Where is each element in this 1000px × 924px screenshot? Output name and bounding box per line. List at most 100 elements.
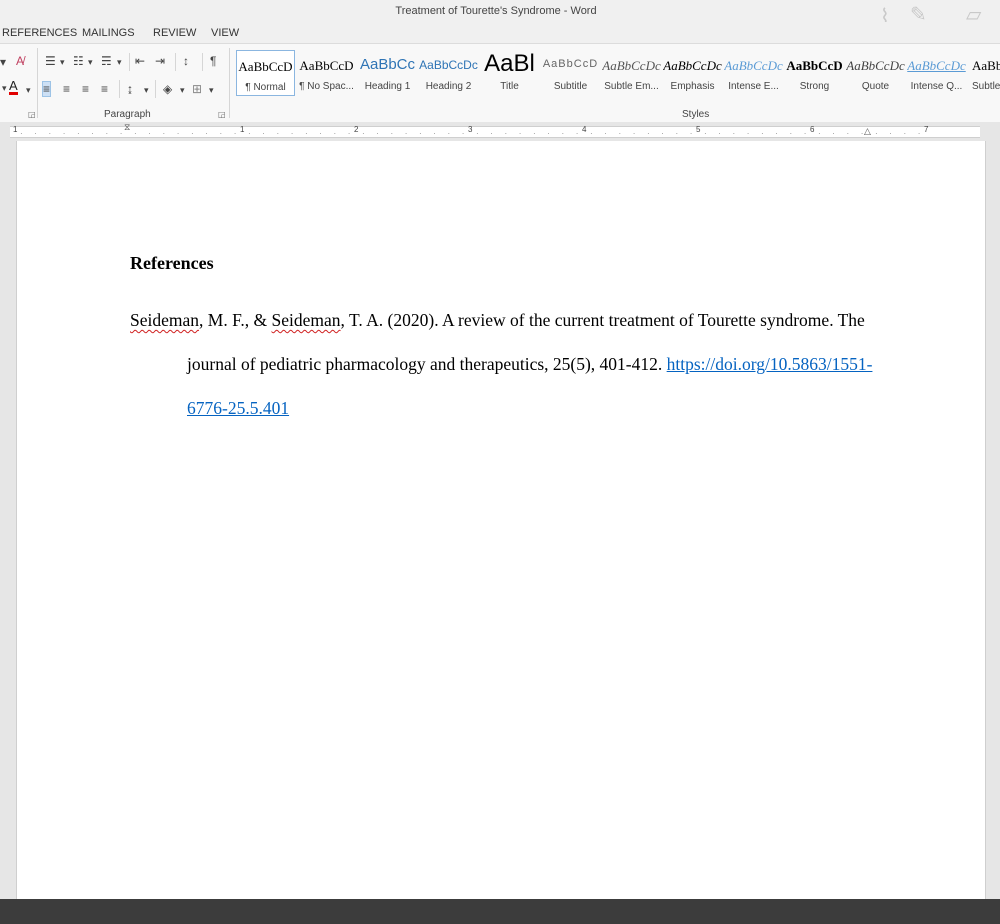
doi-link[interactable]: https://doi.org/10.5863/1551- (667, 354, 873, 374)
ruler-tick: · (77, 129, 80, 138)
line-spacing-icon[interactable]: ↨ (127, 82, 133, 96)
style-heading-1[interactable]: AaBbCc Heading 1 (358, 50, 417, 96)
style-strong[interactable]: AaBbCcD Strong (785, 50, 844, 96)
ruler-tick: · (661, 129, 664, 138)
dropdown-arrow-icon[interactable]: ▾ (60, 55, 65, 69)
align-center-icon[interactable]: ≡ (63, 82, 70, 96)
ruler-tick: · (604, 129, 607, 138)
separator (129, 53, 130, 71)
author-surname: Seideman (130, 310, 200, 330)
bullets-icon[interactable]: ☰ (45, 54, 56, 68)
ruler-tick: · (889, 129, 892, 138)
ruler-tick: · (134, 129, 137, 138)
separator (175, 53, 176, 71)
sort-icon[interactable]: ↕ (183, 54, 189, 68)
ruler-tick: · (362, 129, 365, 138)
increase-indent-icon[interactable]: ⇥ (155, 54, 165, 68)
ruler-tick: · (533, 129, 536, 138)
font-color-icon[interactable]: A (9, 79, 18, 95)
ruler-tick: · (718, 129, 721, 138)
document-page[interactable]: References Seideman, M. F., & Seideman, … (16, 141, 986, 899)
style-sample: AaBbCcD (299, 58, 354, 73)
ruler-tick: · (803, 129, 807, 138)
paragraph-dialog-launcher-icon[interactable]: ◲ (218, 110, 226, 119)
style-name: Subtitle (553, 81, 588, 92)
horizontal-ruler[interactable]: 1 1 2 3 4 5 6 7 ⧖ △ · · · · · · · · · · · · · · · · · · · ·… (0, 122, 1000, 140)
ruler-tick: · (547, 129, 550, 138)
style-title[interactable]: AaBl Title (480, 50, 539, 96)
style-subtitle[interactable]: AaBbCcD Subtitle (541, 50, 600, 96)
dropdown-arrow-icon[interactable]: ▾ (88, 55, 93, 69)
ruler-tick: · (917, 129, 921, 138)
ruler-tick: · (248, 129, 251, 138)
decrease-indent-icon[interactable]: ⇤ (135, 54, 145, 68)
ruler-tick: · (419, 129, 422, 138)
separator (119, 80, 120, 98)
style-normal[interactable]: AaBbCcD ¶ Normal (236, 50, 295, 96)
justify-icon[interactable]: ≡ (101, 82, 108, 96)
ruler-tick: · (476, 129, 479, 138)
separator (155, 80, 156, 98)
ruler-tick: · (618, 129, 622, 138)
ruler-number: 3 (468, 125, 473, 134)
borders-icon[interactable]: ⊞ (192, 82, 202, 96)
dropdown-arrow-icon[interactable]: ▾ (0, 55, 6, 69)
style-name: Strong (799, 81, 830, 92)
style-sample: AaBbCcD (786, 58, 843, 73)
dropdown-arrow-icon[interactable]: ▾ (144, 83, 149, 97)
style-sample: AaBbCc (359, 56, 416, 73)
tab-view[interactable]: VIEW (211, 27, 239, 39)
reference-text: , T. A. (2020). A review of the current … (340, 310, 865, 330)
ruler-tick: · (433, 129, 436, 138)
style-sample: AaBbCcD (542, 58, 599, 70)
style-sample: AaBbCcDc (663, 58, 722, 73)
indent-marker-icon[interactable]: ⧖ (124, 122, 130, 133)
ruler-tick: · (860, 129, 864, 138)
ruler-tick: · (903, 129, 907, 138)
ruler-tick: · (775, 129, 778, 138)
font-dialog-launcher-icon[interactable]: ◲ (28, 110, 36, 119)
dropdown-arrow-icon[interactable]: ▾ (209, 83, 214, 97)
right-indent-marker-icon[interactable]: △ (864, 126, 871, 137)
ruler-number: 1 (240, 125, 245, 134)
style-quote[interactable]: AaBbCcDc Quote (846, 50, 905, 96)
ruler-tick: · (875, 129, 878, 138)
dropdown-arrow-icon[interactable]: ▾ (117, 55, 122, 69)
separator (202, 53, 203, 71)
align-left-icon[interactable]: ≡ (42, 81, 52, 97)
style-name: Emphasis (670, 81, 715, 92)
clear-formatting-icon[interactable]: A̸ (16, 54, 24, 68)
style-intense-emphasis[interactable]: AaBbCcDc Intense E... (724, 50, 783, 96)
align-right-icon[interactable]: ≡ (82, 82, 89, 96)
ruler-tick: · (732, 129, 736, 138)
style-sample: AaBbCcDc (724, 58, 783, 73)
shading-icon[interactable]: ◈ (163, 82, 172, 96)
ruler-tick: · (219, 129, 223, 138)
doi-link[interactable]: 6776-25.5.401 (187, 398, 289, 418)
ruler-tick: · (176, 129, 180, 138)
style-subtle-reference[interactable]: AaBb Subtle (968, 50, 1000, 96)
dropdown-arrow-icon[interactable]: ▾ (180, 83, 185, 97)
ribbon: ▾ A̸ ▾ A ▾ ☰ ▾ ☷ ▾ ☴ ▾ ⇤ ⇥ ↕ ¶ ≡ ≡ ≡ ≡ ↨… (0, 43, 1000, 123)
tab-review[interactable]: REVIEW (153, 27, 196, 39)
style-heading-2[interactable]: AaBbCcDc Heading 2 (419, 50, 478, 96)
tab-mailings[interactable]: MAILINGS (82, 27, 135, 39)
styles-gallery: AaBbCcD ¶ Normal AaBbCcD ¶ No Spac... Aa… (236, 50, 1000, 98)
ruler-tick: · (704, 129, 707, 138)
style-sample: AaBbCcDc (846, 58, 905, 73)
style-subtle-emphasis[interactable]: AaBbCcDc Subtle Em... (602, 50, 661, 96)
multilevel-list-icon[interactable]: ☴ (101, 54, 112, 68)
ruler-tick: · (789, 129, 793, 138)
style-emphasis[interactable]: AaBbCcDc Emphasis (663, 50, 722, 96)
ribbon-tabs: REFERENCES MAILINGS REVIEW VIEW (0, 22, 1000, 43)
ruler-tick: · (105, 129, 109, 138)
style-name: Heading 1 (364, 81, 411, 92)
dropdown-arrow-icon[interactable]: ▾ (26, 83, 31, 97)
dropdown-arrow-icon[interactable]: ▾ (2, 81, 7, 95)
style-no-spacing[interactable]: AaBbCcD ¶ No Spac... (297, 50, 356, 96)
show-paragraph-marks-icon[interactable]: ¶ (210, 54, 216, 68)
style-intense-quote[interactable]: AaBbCcDc Intense Q... (907, 50, 966, 96)
tab-references[interactable]: REFERENCES (2, 27, 77, 39)
numbering-icon[interactable]: ☷ (73, 54, 84, 68)
window-title: Treatment of Tourette's Syndrome - Word (395, 5, 597, 17)
